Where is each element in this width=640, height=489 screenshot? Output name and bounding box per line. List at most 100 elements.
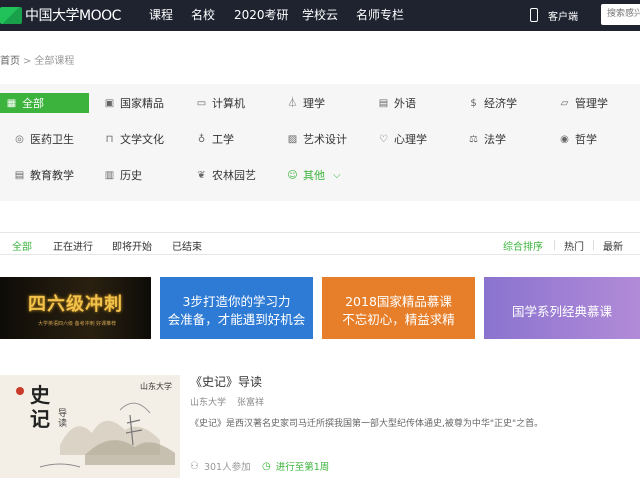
category-economics[interactable]: $ 经济学 — [468, 93, 517, 113]
category-label: 医药卫生 — [30, 133, 74, 146]
category-philosophy[interactable]: ◉ 哲学 — [559, 129, 597, 149]
category-label: 法学 — [484, 133, 506, 146]
category-computer[interactable]: ▭ 计算机 — [196, 93, 245, 113]
breadcrumb: 首页 > 全部课程 — [0, 52, 74, 67]
banner-subtitle: 大学英语四六级 备考冲刺 好课推荐 — [38, 321, 117, 327]
nav-courses[interactable]: 课程 — [149, 0, 173, 31]
sort-newest[interactable]: 最新 — [603, 238, 623, 253]
category-psychology[interactable]: ♡ 心理学 — [378, 129, 427, 149]
nav-famous-teachers[interactable]: 名师专栏 — [356, 0, 404, 31]
category-education[interactable]: ▤ 教育教学 — [14, 165, 74, 185]
coin-icon: $ — [470, 97, 477, 109]
category-engineering[interactable]: ♁ 工学 — [196, 129, 234, 149]
status-tab-ongoing[interactable]: 正在进行 — [53, 238, 93, 253]
banner-national-quality-2018[interactable]: 2018国家精品慕课 不忘初心，精益求精 — [322, 277, 475, 339]
search-input[interactable] — [601, 4, 640, 25]
category-label: 管理学 — [575, 97, 608, 110]
chevron-down-icon: ⌵ — [333, 169, 341, 181]
category-label: 全部 — [22, 97, 44, 110]
location-icon: ◉ — [560, 133, 569, 145]
heart-icon: ♡ — [379, 133, 388, 145]
calligraphy-subtitle: 导读 — [58, 409, 68, 429]
banner-title: 四六级冲刺 — [28, 294, 123, 315]
phone-icon — [530, 8, 538, 22]
sort-divider — [593, 240, 594, 250]
computer-icon: ▭ — [196, 97, 207, 109]
briefcase-icon: ▱ — [560, 97, 569, 109]
category-label: 农林园艺 — [212, 169, 256, 182]
breadcrumb-separator: > — [23, 56, 32, 67]
banner-line-1: 国学系列经典慕课 — [511, 304, 612, 319]
category-medicine[interactable]: ◎ 医药卫生 — [14, 129, 74, 149]
category-label: 工学 — [212, 133, 234, 146]
category-label: 教育教学 — [30, 169, 74, 182]
course-progress: ◷ 进行至第1周 — [262, 459, 330, 474]
calligraphy-title: 史记 — [30, 383, 50, 431]
course-thumbnail[interactable]: 史记 导读 山东大学 — [0, 375, 180, 478]
nav-school-cloud[interactable]: 学校云 — [302, 0, 338, 31]
banner-guoxue-series[interactable]: 国学系列经典慕课 — [484, 277, 640, 339]
pill-icon: ◎ — [15, 133, 24, 145]
scales-icon: ⚖ — [469, 133, 478, 145]
course-enrolled: ⚇ 301人参加 — [190, 459, 251, 474]
category-label: 心理学 — [394, 133, 427, 146]
category-label: 艺术设计 — [303, 133, 347, 146]
category-label: 计算机 — [212, 97, 245, 110]
sort-divider — [554, 240, 555, 250]
chat-icon: ▤ — [378, 97, 389, 109]
category-management[interactable]: ▱ 管理学 — [559, 93, 608, 113]
nav-kaoyan[interactable]: 2020考研 — [234, 0, 289, 31]
course-description: 《史记》是西汉著名史家司马迁所撰我国第一部大型纪传体通史,被尊为中华"正史"之首… — [190, 419, 544, 429]
flask-icon: ⏃ — [287, 97, 298, 109]
category-label: 文学文化 — [120, 133, 164, 146]
document-icon: ▤ — [14, 169, 25, 181]
banner-line-1: 3步打造你的学习力 — [182, 294, 291, 309]
course-title[interactable]: 《史记》导读 — [190, 373, 262, 390]
category-label: 哲学 — [575, 133, 597, 146]
enrolled-count: 301人参加 — [203, 462, 251, 473]
sort-comprehensive[interactable]: 综合排序 — [503, 238, 543, 253]
category-other[interactable]: ☺ 其他 ⌵ — [287, 165, 341, 185]
breadcrumb-current: 全部课程 — [34, 56, 75, 67]
banner-cet-sprint[interactable]: 四六级冲刺 大学英语四六级 备考冲刺 好课推荐 — [0, 277, 151, 339]
category-art-design[interactable]: ▨ 艺术设计 — [287, 129, 347, 149]
category-national-quality[interactable]: ▣ 国家精品 — [104, 93, 164, 113]
logo-mark-icon — [0, 6, 22, 24]
notebook-icon: ▥ — [104, 169, 115, 181]
category-law[interactable]: ⚖ 法学 — [468, 129, 506, 149]
grid-icon: ▦ — [6, 97, 17, 109]
category-label: 其他 — [303, 169, 325, 182]
leaf-icon: ❦ — [197, 169, 206, 181]
national-quality-icon: ▣ — [104, 97, 115, 109]
course-school[interactable]: 山东大学 — [190, 395, 226, 408]
book-icon: ⊓ — [105, 133, 114, 145]
category-label: 历史 — [120, 169, 142, 182]
status-tab-all[interactable]: 全部 — [12, 238, 32, 253]
course-teacher: 张富祥 — [237, 398, 265, 408]
breadcrumb-home[interactable]: 首页 — [0, 56, 20, 67]
banner-learning-power[interactable]: 3步打造你的学习力 会准备，才能遇到好机会 — [160, 277, 313, 339]
sort-popular[interactable]: 热门 — [564, 238, 584, 253]
bulb-icon: ♁ — [197, 133, 206, 145]
status-tab-ended[interactable]: 已结束 — [172, 238, 202, 253]
banner-line-1: 2018国家精品慕课 — [345, 294, 452, 309]
client-download[interactable]: 客户端 — [530, 6, 578, 24]
site-logo[interactable]: 中国大学MOOC — [0, 6, 121, 24]
category-label: 经济学 — [484, 97, 517, 110]
status-tab-upcoming[interactable]: 即将开始 — [112, 238, 152, 253]
smile-icon: ☺ — [287, 169, 298, 181]
category-label: 外语 — [394, 97, 416, 110]
category-foreign-language[interactable]: ▤ 外语 — [378, 93, 416, 113]
category-literature[interactable]: ⊓ 文学文化 — [104, 129, 164, 149]
category-science[interactable]: ⏃ 理学 — [287, 93, 326, 113]
filter-bar: 全部 正在进行 即将开始 已结束 综合排序 热门 最新 — [0, 232, 640, 255]
category-agriculture[interactable]: ❦ 农林园艺 — [196, 165, 256, 185]
image-icon: ▨ — [287, 133, 298, 145]
banner-line-2: 不忘初心，精益求精 — [342, 312, 455, 327]
category-history[interactable]: ▥ 历史 — [104, 165, 142, 185]
category-all[interactable]: ▦ 全部 — [0, 93, 89, 113]
nav-schools[interactable]: 名校 — [191, 0, 215, 31]
progress-text: 进行至第1周 — [275, 462, 330, 473]
category-panel: ▦ 全部 ▣ 国家精品 ▭ 计算机 ⏃ 理学 ▤ 外语 $ 经济学 ▱ 管理学 ◎ 医药卫生 ⊓… — [0, 84, 640, 201]
category-label: 国家精品 — [120, 97, 164, 110]
